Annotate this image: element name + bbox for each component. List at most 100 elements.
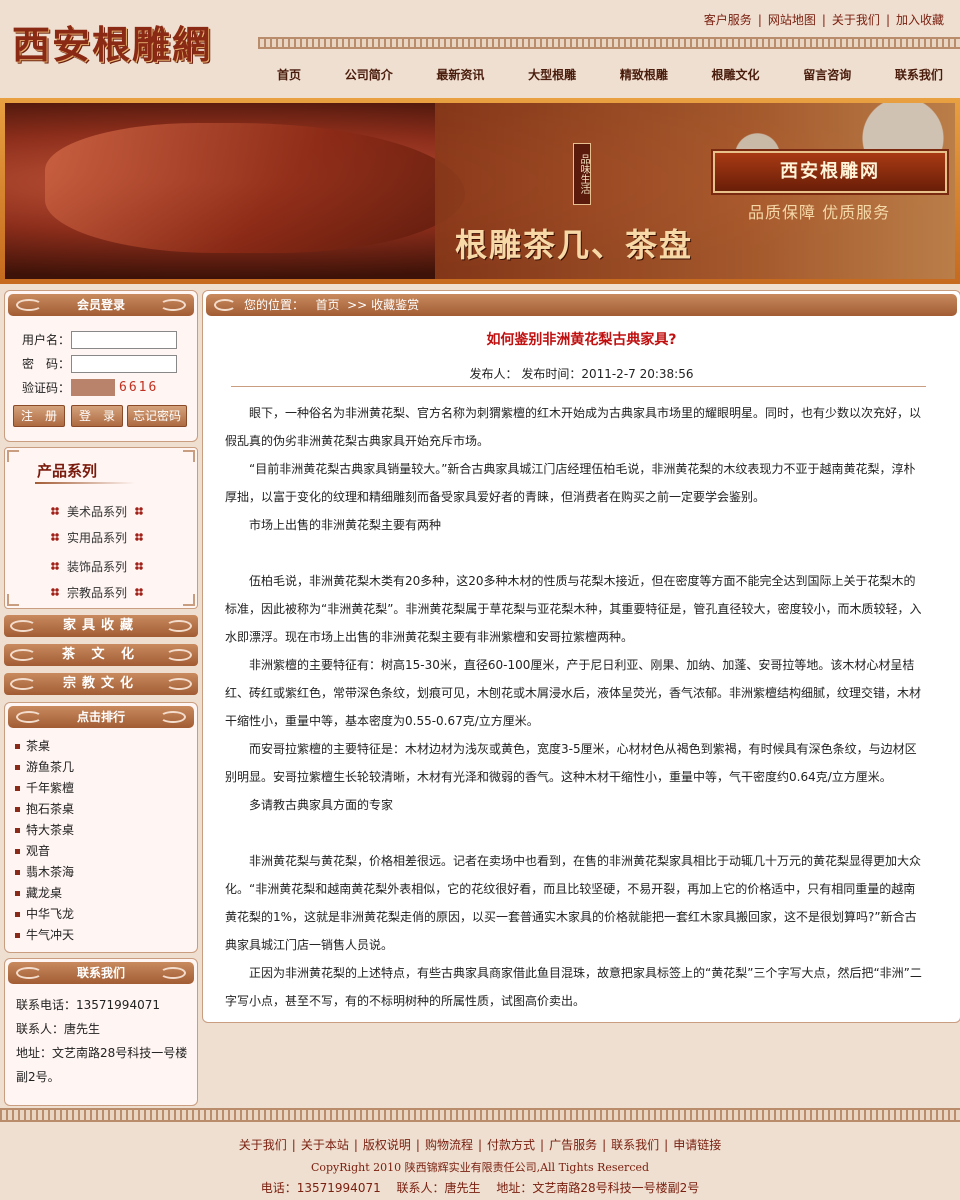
footer-link-payment[interactable]: 付款方式 bbox=[487, 1138, 535, 1152]
ranking-item[interactable]: 翡木茶海 bbox=[15, 862, 197, 883]
article-paragraph: 而安哥拉紫檀的主要特征是：木材边材为浅灰或黄色，宽度3-5厘米，心材材色从褐色到… bbox=[225, 742, 917, 784]
bullet-icon bbox=[15, 765, 20, 770]
username-label: 用户名： bbox=[22, 333, 71, 347]
nav-company[interactable]: 公司简介 bbox=[333, 66, 405, 83]
swirl-icon bbox=[10, 649, 36, 661]
password-input[interactable] bbox=[71, 355, 177, 373]
ranking-item[interactable]: 茶桌 bbox=[15, 736, 197, 757]
footer-link-apply[interactable]: 申请链接 bbox=[673, 1138, 721, 1152]
swirl-icon bbox=[10, 678, 36, 690]
swirl-icon bbox=[166, 678, 192, 690]
ranking-item[interactable]: 游鱼茶几 bbox=[15, 757, 197, 778]
nav-news[interactable]: 最新资讯 bbox=[424, 66, 496, 83]
breadcrumb-label: 您的位置： bbox=[244, 298, 305, 312]
category-furniture-collection[interactable]: 家具收藏 bbox=[4, 615, 198, 637]
header: 西安根雕網 客户服务 | 网站地图 | 关于我们 | 加入收藏 首页 公司简介 最新资讯 大… bbox=[0, 0, 960, 98]
contact-phone: 联系电话：13571994071 bbox=[16, 998, 160, 1012]
nav-carving-culture[interactable]: 根雕文化 bbox=[700, 66, 772, 83]
nav-fine-carving[interactable]: 精致根雕 bbox=[608, 66, 680, 83]
breadcrumb: 您的位置： 首页 >> 收藏鉴赏 bbox=[206, 294, 957, 316]
footer-fret-border bbox=[0, 1108, 960, 1122]
register-button[interactable]: 注 册 bbox=[13, 405, 65, 427]
forgot-password-button[interactable]: 忘记密码 bbox=[127, 405, 187, 427]
bullet-icon bbox=[51, 533, 59, 541]
header-fret-border bbox=[258, 37, 960, 49]
article-blank-line bbox=[225, 819, 927, 847]
corner-ornament bbox=[7, 450, 19, 462]
nav-home[interactable]: 首页 bbox=[265, 66, 313, 83]
article-paragraph: 市场上出售的非洲黄花梨主要有两种 bbox=[249, 518, 442, 532]
bullet-icon bbox=[51, 588, 59, 596]
top-link-customer-service[interactable]: 客户服务 bbox=[704, 13, 752, 27]
corner-ornament bbox=[183, 594, 195, 606]
article-blank-line bbox=[225, 539, 927, 567]
footer-link-copyright[interactable]: 版权说明 bbox=[363, 1138, 411, 1152]
corner-ornament bbox=[183, 450, 195, 462]
captcha-input[interactable] bbox=[71, 379, 115, 396]
breadcrumb-home[interactable]: 首页 bbox=[315, 298, 339, 312]
main-content: 您的位置： 首页 >> 收藏鉴赏 如何鉴别非洲黄花梨古典家具? 发布人： 发布时… bbox=[202, 290, 960, 1023]
title-underline bbox=[35, 482, 135, 484]
bullet-icon bbox=[135, 507, 144, 515]
product-series-item[interactable]: 装饰品系列 bbox=[51, 553, 144, 579]
product-series-item[interactable]: 宗教品系列 bbox=[51, 579, 144, 605]
login-title: 会员登录 bbox=[8, 294, 194, 316]
bullet-icon bbox=[15, 933, 20, 938]
ranking-item[interactable]: 牛气冲天 bbox=[15, 925, 197, 946]
nav-contact[interactable]: 联系我们 bbox=[883, 66, 955, 83]
swirl-icon bbox=[214, 299, 236, 311]
contact-person: 联系人：唐先生 bbox=[16, 1022, 101, 1036]
nav-large-carving[interactable]: 大型根雕 bbox=[516, 66, 588, 83]
article-paragraph: 非洲黄花梨与黄花梨，价格相差很远。记者在卖场中也看到，在售的非洲黄花梨家具相比于… bbox=[225, 854, 922, 952]
category-tea-culture[interactable]: 茶 文 化 bbox=[4, 644, 198, 666]
banner: 品味生活 西安根雕网 品质保障 优质服务 根雕茶几、茶盘 bbox=[0, 98, 960, 284]
footer-contact-info: 电话：13571994071 联系人：唐先生 地址：文艺南路28号科技一号楼副2… bbox=[260, 1181, 700, 1195]
footer-link-shopping[interactable]: 购物流程 bbox=[425, 1138, 473, 1152]
sidebar: 会员登录 用户名： 密 码： 验证码： 6616 注 册 登 录 忘记密码 产品… bbox=[4, 290, 198, 1111]
footer-link-site[interactable]: 关于本站 bbox=[301, 1138, 349, 1152]
bullet-icon bbox=[15, 807, 20, 812]
bullet-icon bbox=[135, 562, 144, 570]
footer-link-contact[interactable]: 联系我们 bbox=[611, 1138, 659, 1152]
product-series-item[interactable]: 实用品系列 bbox=[51, 524, 144, 550]
username-input[interactable] bbox=[71, 331, 177, 349]
ranking-item[interactable]: 中华飞龙 bbox=[15, 904, 197, 925]
login-button[interactable]: 登 录 bbox=[71, 405, 123, 427]
ranking-item[interactable]: 千年紫檀 bbox=[15, 778, 197, 799]
bullet-icon bbox=[15, 912, 20, 917]
banner-slogan: 品质保障 优质服务 bbox=[748, 203, 891, 222]
bullet-icon bbox=[51, 507, 59, 515]
ranking-item[interactable]: 观音 bbox=[15, 841, 197, 862]
footer-copyright: CopyRight 2010 陕西锦辉实业有限责任公司,All Tights R… bbox=[310, 1161, 650, 1174]
breadcrumb-sep: >> bbox=[347, 298, 368, 312]
top-link-about[interactable]: 关于我们 bbox=[832, 13, 880, 27]
ranking-item[interactable]: 藏龙桌 bbox=[15, 883, 197, 904]
corner-ornament bbox=[7, 594, 19, 606]
breadcrumb-current[interactable]: 收藏鉴赏 bbox=[371, 298, 419, 312]
category-religious-culture[interactable]: 宗教文化 bbox=[4, 673, 198, 695]
swirl-icon bbox=[16, 711, 42, 723]
captcha-code[interactable]: 6616 bbox=[119, 380, 158, 395]
footer-link-ads[interactable]: 广告服务 bbox=[549, 1138, 597, 1152]
ranking-item[interactable]: 特大茶桌 bbox=[15, 820, 197, 841]
ranking-title: 点击排行 bbox=[8, 706, 194, 728]
bullet-icon bbox=[15, 786, 20, 791]
banner-brand: 西安根雕网 bbox=[713, 151, 947, 193]
site-logo[interactable]: 西安根雕網 bbox=[12, 14, 212, 69]
ranking-list: 茶桌 游鱼茶几 千年紫檀 抱石茶桌 特大茶桌 观音 翡木茶海 藏龙桌 中华飞龙 … bbox=[5, 736, 197, 946]
article-paragraph: 非洲紫檀的主要特征有：树高15-30米，直径60-100厘米，产于尼日利亚、刚果… bbox=[225, 658, 922, 728]
nav-message[interactable]: 留言咨询 bbox=[791, 66, 863, 83]
product-series-item[interactable]: 美术品系列 bbox=[51, 498, 144, 524]
top-link-favorite[interactable]: 加入收藏 bbox=[896, 13, 944, 27]
contact-title: 联系我们 bbox=[8, 962, 194, 984]
top-link-sitemap[interactable]: 网站地图 bbox=[768, 13, 816, 27]
bullet-icon bbox=[15, 870, 20, 875]
ranking-item[interactable]: 抱石茶桌 bbox=[15, 799, 197, 820]
product-series-list: 美术品系列 实用品系列 装饰品系列 宗教品系列 bbox=[51, 498, 144, 605]
article-body: 眼下，一种俗名为非洲黄花梨、官方名称为刺猬紫檀的红木开始成为古典家具市场里的耀眼… bbox=[225, 399, 927, 1015]
bullet-icon bbox=[135, 588, 144, 596]
click-ranking-box: 点击排行 茶桌 游鱼茶几 千年紫檀 抱石茶桌 特大茶桌 观音 翡木茶海 藏龙桌 … bbox=[4, 702, 198, 953]
article-meta: 发布人： 发布时间：2011-2-7 20:38:56 bbox=[469, 367, 694, 381]
bullet-icon bbox=[135, 533, 144, 541]
footer-link-about[interactable]: 关于我们 bbox=[239, 1138, 287, 1152]
